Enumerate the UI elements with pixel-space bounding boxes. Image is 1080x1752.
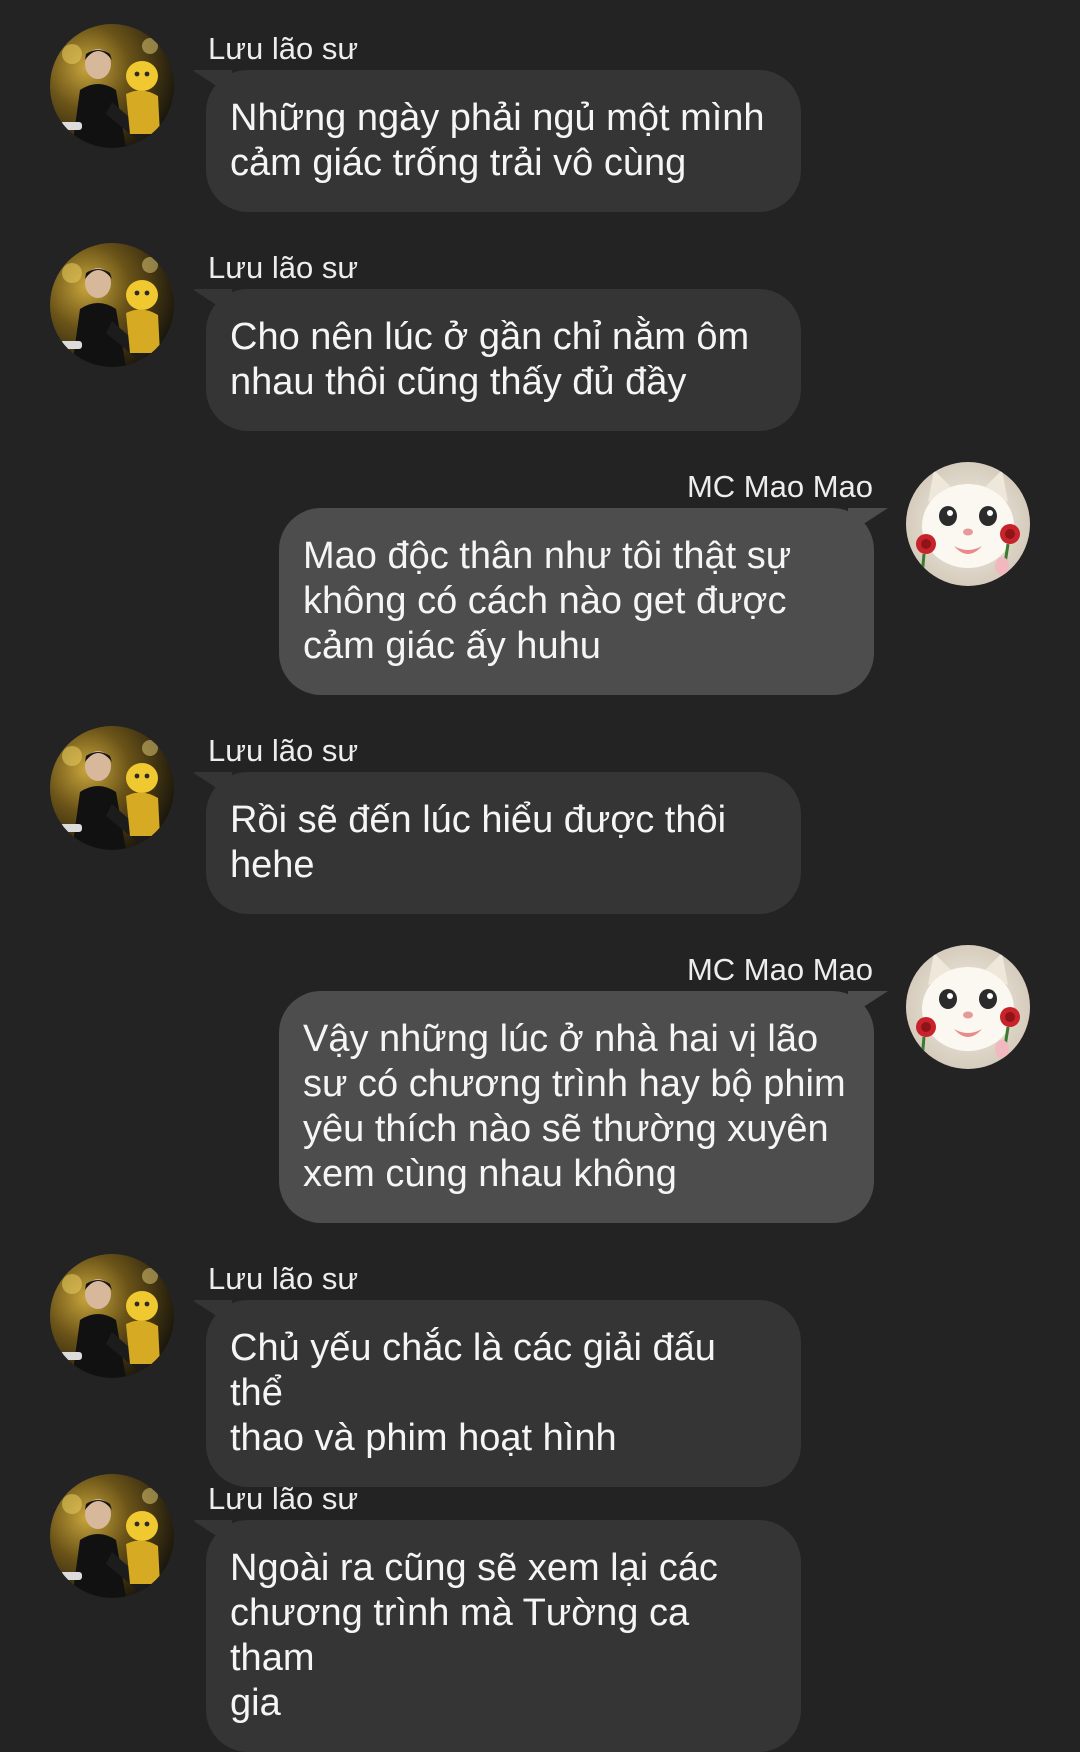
sender-avatar[interactable]: [906, 945, 1030, 1069]
profile-photo-man-icon: [50, 24, 174, 148]
chat-thread: Lưu lão sư Những ngày phải ngủ một mình …: [0, 0, 1080, 1752]
message-bubble[interactable]: Rồi sẽ đến lúc hiểu được thôi hehe: [206, 772, 801, 914]
message-bubble[interactable]: Cho nên lúc ở gần chỉ nằm ôm nhau thôi c…: [206, 289, 801, 431]
sender-avatar[interactable]: [50, 1254, 174, 1378]
white-kitten-with-roses-icon: [906, 945, 1030, 1069]
sender-name: Lưu lão sư: [208, 733, 359, 768]
sender-name: Lưu lão sư: [208, 250, 359, 285]
sender-avatar[interactable]: [50, 1474, 174, 1598]
sender-name: Lưu lão sư: [208, 1481, 359, 1516]
sender-name: Lưu lão sư: [208, 1261, 359, 1296]
sender-avatar[interactable]: [906, 462, 1030, 586]
sender-name: MC Mao Mao: [686, 469, 873, 504]
sender-avatar[interactable]: [50, 24, 174, 148]
message-bubble[interactable]: Mao độc thân như tôi thật sự không có cá…: [279, 508, 874, 695]
sender-name: MC Mao Mao: [686, 952, 873, 987]
white-kitten-with-roses-icon: [906, 462, 1030, 586]
profile-photo-man-icon: [50, 243, 174, 367]
sender-name: Lưu lão sư: [208, 31, 359, 66]
profile-photo-man-icon: [50, 1474, 174, 1598]
message-bubble[interactable]: Ngoài ra cũng sẽ xem lại các chương trìn…: [206, 1520, 801, 1752]
sender-avatar[interactable]: [50, 726, 174, 850]
message-bubble[interactable]: Vậy những lúc ở nhà hai vị lão sư có chư…: [279, 991, 874, 1223]
message-bubble[interactable]: Những ngày phải ngủ một mình cảm giác tr…: [206, 70, 801, 212]
profile-photo-man-icon: [50, 726, 174, 850]
sender-avatar[interactable]: [50, 243, 174, 367]
message-bubble[interactable]: Chủ yếu chắc là các giải đấu thể thao và…: [206, 1300, 801, 1487]
profile-photo-man-icon: [50, 1254, 174, 1378]
